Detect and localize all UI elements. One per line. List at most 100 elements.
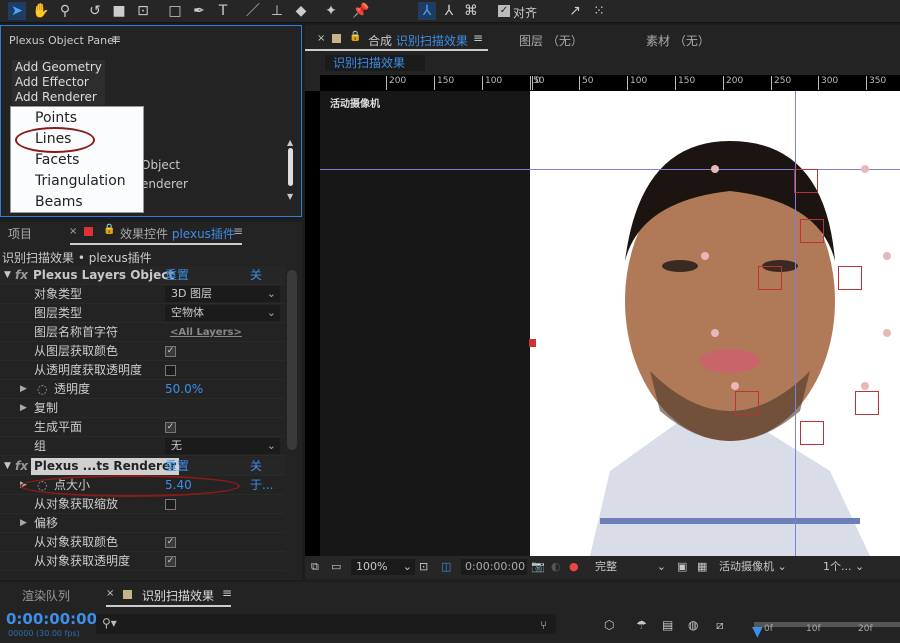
collapse-triangle-icon[interactable]: ▼ [4, 266, 11, 285]
tab-footage[interactable]: 素材 （无） [646, 32, 710, 49]
checkbox-checked[interactable]: ✓ [165, 537, 176, 548]
camera-select[interactable]: 活动摄像机 ⌄ [719, 556, 809, 578]
grid-icon[interactable]: ▦ [697, 556, 707, 578]
eraser-tool-icon[interactable]: ◆ [292, 2, 310, 20]
tab-composition[interactable]: 合成 识别扫描效果 [368, 32, 468, 49]
reset-button[interactable]: 重置 [165, 457, 189, 476]
graph-editor-icon[interactable]: ⧄ [716, 618, 724, 633]
horizontal-ruler[interactable]: 200 150 100 50 0 50 100 150 200 250 300 … [320, 75, 900, 91]
checkbox-unchecked[interactable] [165, 499, 176, 510]
effect-header-layers-object[interactable]: ▼ fx Plexus Layers Object 重置 关于... [0, 266, 285, 301]
guide-vertical[interactable] [795, 91, 796, 556]
expand-triangle-icon[interactable]: ▶ [20, 514, 27, 533]
lock-icon[interactable]: 🔒 [349, 31, 361, 42]
scrollbar[interactable] [287, 270, 297, 450]
frame-blending-icon[interactable]: ▤ [662, 618, 673, 632]
layer-search-input[interactable]: ⚲▾ [96, 614, 556, 634]
local-axis-icon[interactable]: ⅄ [418, 2, 436, 20]
effect-header-renderer[interactable]: ▼ fx Plexus ...ts Renderer 重置 关于... [0, 457, 285, 492]
tab-project[interactable]: 项目 [8, 225, 32, 242]
snap-checkbox[interactable]: ✓ [498, 5, 510, 17]
monitor-icon[interactable]: ▭ [331, 556, 341, 578]
reset-button[interactable]: 重置 [165, 266, 189, 285]
close-tab-icon[interactable]: × [106, 588, 114, 599]
snapshot-icon[interactable]: 📷 [531, 556, 545, 578]
channel-icon[interactable]: ● [569, 556, 579, 578]
selection-tool-icon[interactable]: ➤ [8, 2, 26, 20]
hand-tool-icon[interactable]: ✋ [32, 2, 50, 20]
pan-behind-tool-icon[interactable]: ⊡ [134, 2, 152, 20]
view-axis-icon[interactable]: ⌘ [462, 2, 480, 20]
roi-icon[interactable]: ▣ [677, 556, 687, 578]
tab-render-queue[interactable]: 渲染队列 [22, 587, 70, 604]
snap-grid-icon[interactable]: ⁙ [590, 2, 608, 20]
layer-type-select[interactable]: 空物体 ⌄ [165, 305, 280, 321]
stopwatch-icon[interactable]: ◌ [37, 380, 47, 399]
always-preview-icon[interactable]: ⧉ [311, 556, 319, 578]
draft-3d-icon[interactable]: ⬡ [604, 618, 614, 632]
menu-item-facets[interactable]: Facets [35, 152, 79, 168]
panel-menu-icon[interactable]: ≡ [222, 586, 232, 600]
menu-item-beams[interactable]: Beams [35, 194, 83, 210]
expand-icon[interactable]: ↗ [566, 2, 584, 20]
shy-layers-icon[interactable]: ☂ [636, 618, 647, 632]
comp-navigator-tab[interactable]: 识别扫描效果 [325, 55, 425, 71]
clone-stamp-tool-icon[interactable]: ⊥ [268, 2, 286, 20]
checkbox-unchecked[interactable] [165, 365, 176, 376]
vertical-ruler[interactable] [305, 91, 320, 556]
scrollbar[interactable] [288, 148, 293, 186]
add-renderer-button[interactable]: Add Renderer [12, 90, 105, 105]
zoom-tool-icon[interactable]: ⚲ [56, 2, 74, 20]
type-tool-icon[interactable]: T [214, 2, 232, 20]
pen-tool-icon[interactable]: ✒ [190, 2, 208, 20]
panel-menu-icon[interactable]: ≡ [111, 32, 121, 46]
tab-layer[interactable]: 图层 （无） [519, 32, 583, 49]
expand-triangle-icon[interactable]: ▶ [20, 380, 27, 399]
close-tab-icon[interactable]: × [69, 226, 77, 237]
work-area-bar[interactable] [754, 622, 900, 627]
anchor-handle[interactable] [529, 339, 536, 347]
resolution-select[interactable]: 完整 ⌄ [589, 559, 669, 575]
collapse-triangle-icon[interactable]: ▼ [4, 457, 11, 476]
world-axis-icon[interactable]: ⅄ [440, 2, 458, 20]
rectangle-tool-icon[interactable]: □ [166, 2, 184, 20]
scroll-down-icon[interactable]: ▼ [287, 192, 293, 201]
brush-tool-icon[interactable]: ／ [244, 2, 262, 20]
checkbox-checked[interactable]: ✓ [165, 346, 176, 357]
checkbox-checked[interactable]: ✓ [165, 422, 176, 433]
motion-blur-icon[interactable]: ◍ [688, 618, 698, 632]
opacity-value[interactable]: 50.0% [165, 380, 203, 399]
lock-icon[interactable]: 🔒 [103, 224, 115, 235]
fx-icon[interactable]: fx [15, 266, 28, 285]
playhead[interactable]: ▼ [752, 624, 763, 640]
object-type-select[interactable]: 3D 图层 ⌄ [165, 286, 280, 302]
views-select[interactable]: 1个... ⌄ [823, 556, 883, 578]
scroll-up-icon[interactable]: ▲ [287, 138, 293, 147]
add-effector-button[interactable]: Add Effector [12, 75, 105, 90]
rotate-tool-icon[interactable]: ↺ [86, 2, 104, 20]
tab-timeline-comp[interactable]: 识别扫描效果 [142, 587, 214, 604]
group-select[interactable]: 无 ⌄ [165, 438, 280, 454]
close-tab-icon[interactable]: × [317, 33, 325, 44]
expand-triangle-icon[interactable]: ▶ [20, 399, 27, 418]
show-snapshot-icon[interactable]: ◐ [551, 556, 561, 578]
add-geometry-button[interactable]: Add Geometry [12, 60, 105, 75]
composition-viewer[interactable]: 活动摄像机 [320, 91, 900, 556]
menu-item-triangulation[interactable]: Triangulation [35, 173, 126, 189]
tab-effect-controls[interactable]: 效果控件 plexus插件 [120, 225, 235, 242]
current-time[interactable]: 0:00:00:00 [6, 610, 97, 628]
all-layers-link[interactable]: <All Layers> [170, 323, 242, 342]
panel-menu-icon[interactable]: ≡ [233, 224, 243, 238]
timecode-field[interactable]: 0:00:00:00 [461, 559, 527, 575]
comp-flowchart-icon[interactable]: ⑂ [540, 618, 547, 632]
zoom-select[interactable]: 100% ⌄ [351, 559, 415, 575]
fx-icon[interactable]: fx [15, 457, 28, 476]
region-icon[interactable]: ⊡ [419, 556, 428, 578]
camera-tool-icon[interactable]: ■ [110, 2, 128, 20]
checkbox-checked[interactable]: ✓ [165, 556, 176, 567]
puppet-pin-tool-icon[interactable]: 📌 [352, 2, 370, 20]
menu-item-points[interactable]: Points [35, 110, 77, 126]
panel-menu-icon[interactable]: ≡ [473, 31, 483, 45]
roto-brush-tool-icon[interactable]: ✦ [322, 2, 340, 20]
transparency-grid-icon[interactable]: ◫ [441, 556, 451, 578]
